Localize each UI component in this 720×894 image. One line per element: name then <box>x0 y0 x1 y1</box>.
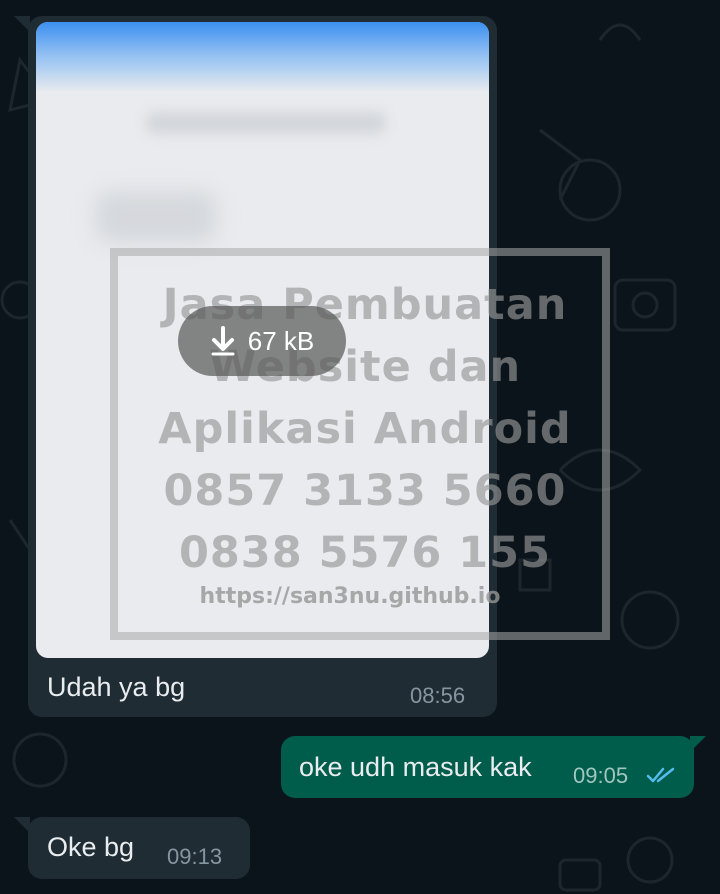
message-text: oke udh masuk kak <box>299 752 532 782</box>
double-check-read-icon <box>646 767 675 783</box>
watermark-url: https://san3nu.github.io <box>199 584 501 609</box>
message-time: 09:13 <box>167 844 223 869</box>
message-text: Oke bg <box>47 832 135 862</box>
watermark-line: 0838 5576 155 <box>178 528 552 578</box>
message-time: 08:56 <box>410 683 466 708</box>
image-blur-header <box>36 22 489 92</box>
bubble-tail <box>14 817 30 833</box>
bubble-tail <box>690 736 706 752</box>
watermark-line: 0857 3133 5660 <box>163 466 567 516</box>
arrow-down-icon <box>211 326 235 356</box>
image-caption: Udah ya bg <box>47 672 186 702</box>
image-blur-shape <box>146 112 386 134</box>
message-time: 09:05 <box>573 763 629 788</box>
watermark-line: Aplikasi Android <box>158 404 572 454</box>
download-size: 67 kB <box>247 325 315 356</box>
download-button[interactable]: 67 kB <box>178 306 346 376</box>
image-blur-shape <box>96 192 216 242</box>
